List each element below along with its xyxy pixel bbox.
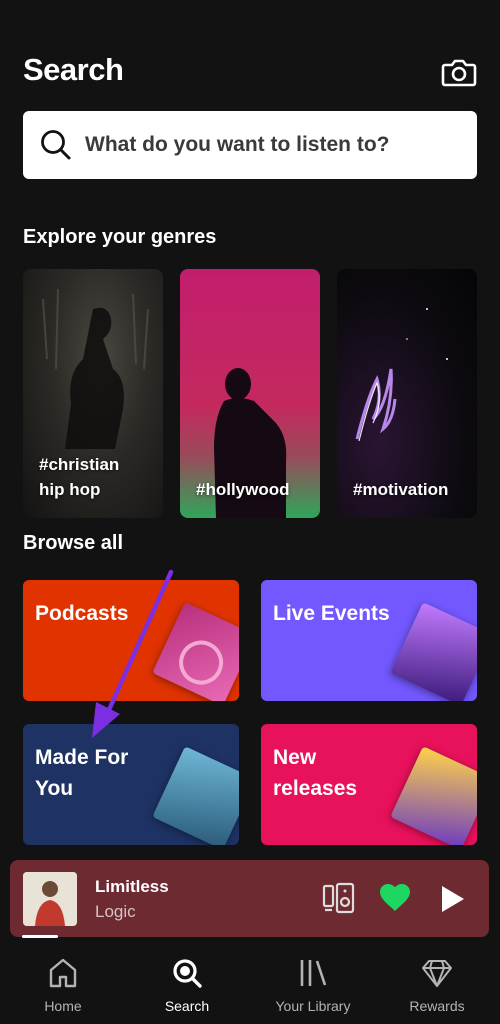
library-icon (300, 960, 327, 986)
tile-label-line1: New (273, 746, 317, 769)
browse-tile-live-events[interactable]: Live Events (261, 580, 477, 701)
genres-section-title: Explore your genres (23, 226, 217, 248)
tile-label-line1: Podcasts (35, 602, 129, 625)
nav-label: Home (44, 998, 82, 1014)
search-header: Search (23, 50, 477, 94)
tile-label-line1: Live Events (273, 602, 390, 625)
nav-label: Rewards (409, 998, 465, 1014)
camera-icon (441, 59, 477, 87)
genre-label-line1: #motivation (353, 480, 449, 499)
nav-item-home[interactable]: Home (13, 956, 113, 1014)
page-title: Search (23, 52, 124, 87)
tile-artwork (390, 602, 477, 701)
now-playing-bar[interactable]: Limitless Logic (10, 860, 489, 937)
album-cover (23, 872, 77, 926)
diamond-icon (422, 960, 452, 987)
track-artist: Logic (95, 902, 136, 921)
nav-label: Your Library (275, 998, 351, 1014)
genre-label-line2: hip hop (39, 480, 101, 499)
tile-label-line1: Made For (35, 746, 129, 769)
nav-item-your-library[interactable]: Your Library (263, 956, 363, 1014)
tile-artwork (152, 746, 239, 845)
play-icon (442, 886, 464, 912)
play-button[interactable] (438, 884, 466, 914)
tile-label-line2: You (35, 777, 74, 800)
genre-label-line1: #hollywood (196, 480, 290, 499)
genre-label-line1: #christian (39, 455, 120, 474)
search-input[interactable]: What do you want to listen to? (23, 111, 477, 179)
tile-artwork (390, 746, 477, 845)
search-placeholder: What do you want to listen to? (85, 133, 390, 156)
search-icon (41, 130, 71, 160)
nav-item-rewards[interactable]: Rewards (387, 956, 487, 1014)
genre-card-motivation[interactable]: #motivation (337, 269, 477, 518)
devices-icon (322, 882, 355, 914)
like-button[interactable] (378, 882, 412, 914)
search-icon (173, 959, 202, 988)
nav-label: Search (164, 998, 210, 1014)
browse-tile-new-releases[interactable]: New releases (261, 724, 477, 845)
tile-label-line2: releases (273, 777, 358, 800)
bottom-navigation: Home Search Your Library Rewards (0, 938, 500, 1024)
genre-card-hollywood[interactable]: #hollywood (180, 269, 320, 518)
browse-tile-made-for-you[interactable]: Made For You (23, 724, 239, 845)
browse-section-title: Browse all (23, 532, 124, 554)
nav-item-search[interactable]: Search (137, 956, 237, 1014)
connect-device-button[interactable] (322, 882, 356, 914)
camera-button[interactable] (441, 56, 477, 88)
heart-icon (380, 884, 410, 911)
genre-card-christian-hip-hop[interactable]: #christian hip hop (23, 269, 163, 518)
track-title: Limitless (95, 877, 169, 896)
tile-artwork (152, 602, 239, 701)
browse-tile-podcasts[interactable]: Podcasts (23, 580, 239, 701)
home-icon (49, 958, 77, 988)
